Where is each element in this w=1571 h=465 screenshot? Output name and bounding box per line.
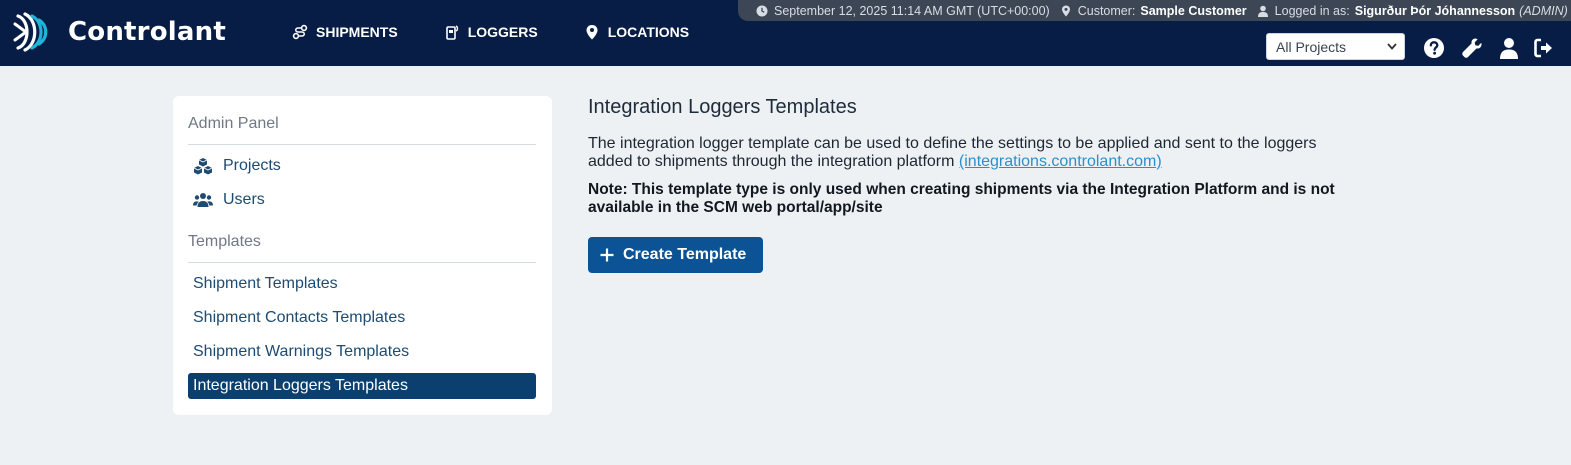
controlant-logo-icon <box>13 12 48 52</box>
integrations-link[interactable]: (integrations.controlant.com) <box>959 153 1162 170</box>
sidebar-item-users[interactable]: Users <box>188 187 536 213</box>
customer-label: Customer: <box>1077 3 1136 18</box>
session-status-bar: September 12, 2025 11:14 AM GMT (UTC+00:… <box>738 0 1571 21</box>
project-select-value: All Projects <box>1276 38 1347 55</box>
sidebar-item-integration-loggers-templates[interactable]: Integration Loggers Templates <box>188 373 536 399</box>
sidebar-item-label: Shipment Templates <box>193 275 338 292</box>
nav-locations-label: LOCATIONS <box>607 24 690 40</box>
admin-panel-title: Admin Panel <box>188 115 279 132</box>
route-icon <box>292 24 308 40</box>
logged-in-user: Logged in as: Sigurður Þór Jóhannesson (… <box>1257 4 1568 18</box>
template-note: Note: This template type is only used wh… <box>588 181 1335 216</box>
datetime-text: September 12, 2025 11:14 AM GMT (UTC+00:… <box>774 3 1050 18</box>
nav-locations[interactable]: LOCATIONS <box>584 24 689 40</box>
create-template-label: Create Template <box>623 246 747 263</box>
sidebar-item-shipment-templates[interactable]: Shipment Templates <box>188 271 536 297</box>
customer-info: Customer: Sample Customer <box>1060 4 1247 18</box>
sidebar-item-shipment-warnings-templates[interactable]: Shipment Warnings Templates <box>188 339 536 365</box>
sidebar-item-shipment-contacts-templates[interactable]: Shipment Contacts Templates <box>188 305 536 331</box>
logger-device-icon <box>445 25 458 40</box>
wrench-icon[interactable] <box>1461 37 1483 59</box>
current-datetime: September 12, 2025 11:14 AM GMT (UTC+00:… <box>756 4 1050 18</box>
sidebar-item-projects-label: Projects <box>223 157 281 174</box>
users-icon <box>193 193 213 207</box>
map-pin-icon <box>1061 5 1070 16</box>
map-pin-icon <box>586 25 598 40</box>
create-template-button[interactable]: Create Template <box>588 237 763 273</box>
sidebar-item-users-label: Users <box>223 191 265 208</box>
cubes-icon <box>193 158 213 175</box>
customer-name: Sample Customer <box>1140 3 1247 18</box>
sidebar-item-label: Shipment Contacts Templates <box>193 309 406 326</box>
logout-icon[interactable] <box>1533 37 1555 59</box>
chevron-down-icon <box>1387 43 1397 50</box>
brand-logo[interactable]: Controlant <box>12 10 226 54</box>
nav-loggers[interactable]: LOGGERS <box>444 24 538 40</box>
nav-loggers-label: LOGGERS <box>467 24 538 40</box>
top-navigation-bar: Controlant SHIPMENTS LOGGERS LOCATIONS S… <box>0 0 1571 66</box>
sidebar-item-projects[interactable]: Projects <box>188 153 536 179</box>
nav-shipments-label: SHIPMENTS <box>316 24 398 40</box>
page-description: The integration logger template can be u… <box>588 135 1348 171</box>
main-nav: SHIPMENTS LOGGERS LOCATIONS <box>292 24 735 40</box>
templates-section-title: Templates <box>188 233 261 250</box>
sidebar-item-label: Integration Loggers Templates <box>193 377 408 394</box>
user-name: Sigurður Þór Jóhannesson <box>1354 3 1516 18</box>
user-icon <box>1257 5 1268 17</box>
help-icon[interactable] <box>1423 37 1445 59</box>
clock-icon <box>756 5 768 16</box>
user-role: (ADMIN) <box>1519 3 1568 18</box>
section-divider <box>188 144 536 145</box>
page-title: Integration Loggers Templates <box>588 96 857 118</box>
brand-name: Controlant <box>68 17 226 47</box>
project-select[interactable]: All Projects <box>1266 33 1405 60</box>
user-profile-icon[interactable] <box>1498 37 1520 59</box>
section-divider <box>188 262 536 263</box>
nav-shipments[interactable]: SHIPMENTS <box>292 24 398 40</box>
sidebar-item-label: Shipment Warnings Templates <box>193 343 410 360</box>
logged-in-label: Logged in as: <box>1274 3 1350 18</box>
description-text: The integration logger template can be u… <box>588 135 1317 170</box>
plus-icon <box>600 248 614 262</box>
admin-sidebar: Admin Panel Projects Users Templates Shi… <box>173 96 552 415</box>
